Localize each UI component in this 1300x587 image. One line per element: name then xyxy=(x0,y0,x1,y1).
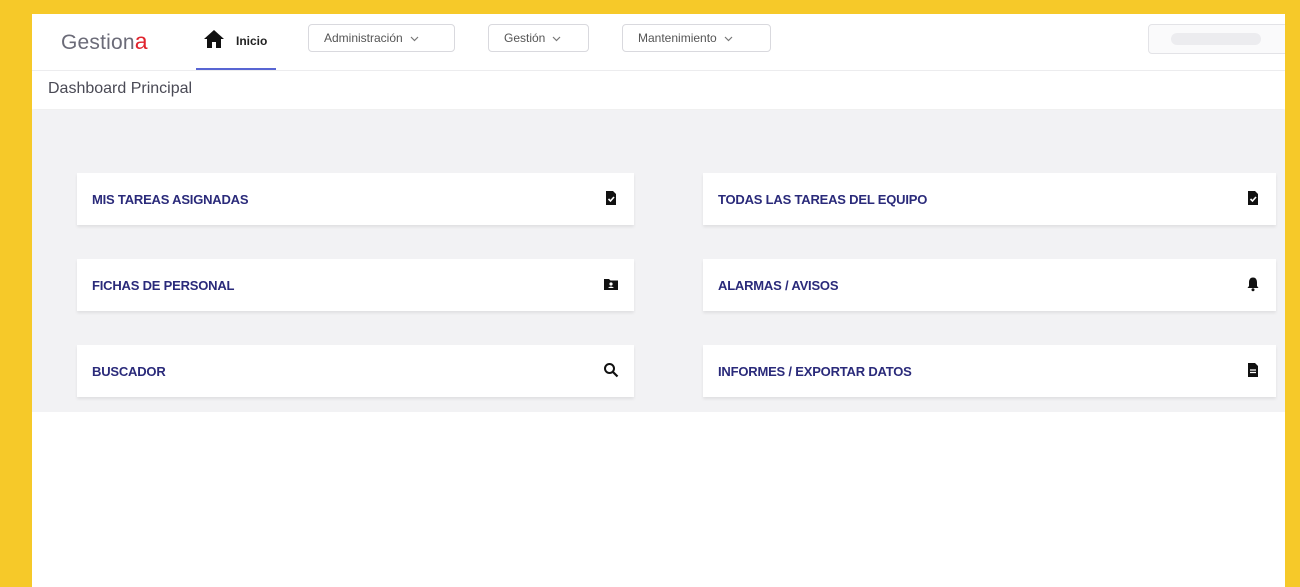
top-navbar: Gestiona Inicio Administración Gestión M… xyxy=(32,14,1285,71)
user-menu[interactable] xyxy=(1148,24,1285,54)
user-name-redacted xyxy=(1171,33,1261,45)
chevron-down-icon xyxy=(410,36,419,42)
menu-administracion-label: Administración xyxy=(324,31,403,45)
card-label: ALARMAS / AVISOS xyxy=(718,278,839,293)
menu-mantenimiento-label: Mantenimiento xyxy=(638,31,717,45)
app-window: Gestiona Inicio Administración Gestión M… xyxy=(32,14,1285,587)
folder-user-icon xyxy=(604,279,618,290)
task-check-icon xyxy=(1248,191,1258,205)
card-alarmas[interactable]: ALARMAS / AVISOS xyxy=(703,259,1276,311)
nav-tab-home-label: Inicio xyxy=(236,34,268,48)
menu-gestion[interactable]: Gestión xyxy=(488,24,589,52)
card-label: BUSCADOR xyxy=(92,364,166,379)
card-label: INFORMES / EXPORTAR DATOS xyxy=(718,364,912,379)
card-informes[interactable]: INFORMES / EXPORTAR DATOS xyxy=(703,345,1276,397)
active-tab-indicator xyxy=(196,68,276,70)
logo-text: Gestion xyxy=(61,31,135,54)
card-label: TODAS LAS TAREAS DEL EQUIPO xyxy=(718,192,928,207)
page-title: Dashboard Principal xyxy=(48,80,193,97)
logo[interactable]: Gestiona xyxy=(61,28,148,55)
dashboard-content: MIS TAREAS ASIGNADAS TODAS LAS TAREAS DE… xyxy=(32,110,1285,412)
card-mis-tareas[interactable]: MIS TAREAS ASIGNADAS xyxy=(77,173,634,225)
home-icon xyxy=(204,30,224,48)
card-buscador[interactable]: BUSCADOR xyxy=(77,345,634,397)
menu-gestion-label: Gestión xyxy=(504,31,546,45)
logo-accent: a xyxy=(134,28,148,54)
chevron-down-icon xyxy=(724,36,733,42)
menu-mantenimiento[interactable]: Mantenimiento xyxy=(622,24,771,52)
nav-tab-home[interactable]: Inicio xyxy=(196,20,276,70)
page-header: Dashboard Principal xyxy=(32,71,1285,109)
task-check-icon xyxy=(606,191,616,205)
chevron-down-icon xyxy=(552,36,561,42)
menu-administracion[interactable]: Administración xyxy=(308,24,455,52)
bell-icon xyxy=(1247,277,1259,292)
card-todas-tareas[interactable]: TODAS LAS TAREAS DEL EQUIPO xyxy=(703,173,1276,225)
card-label: MIS TAREAS ASIGNADAS xyxy=(92,192,249,207)
card-fichas-personal[interactable]: FICHAS DE PERSONAL xyxy=(77,259,634,311)
search-icon xyxy=(604,363,619,378)
document-icon xyxy=(1248,363,1258,377)
card-label: FICHAS DE PERSONAL xyxy=(92,278,235,293)
